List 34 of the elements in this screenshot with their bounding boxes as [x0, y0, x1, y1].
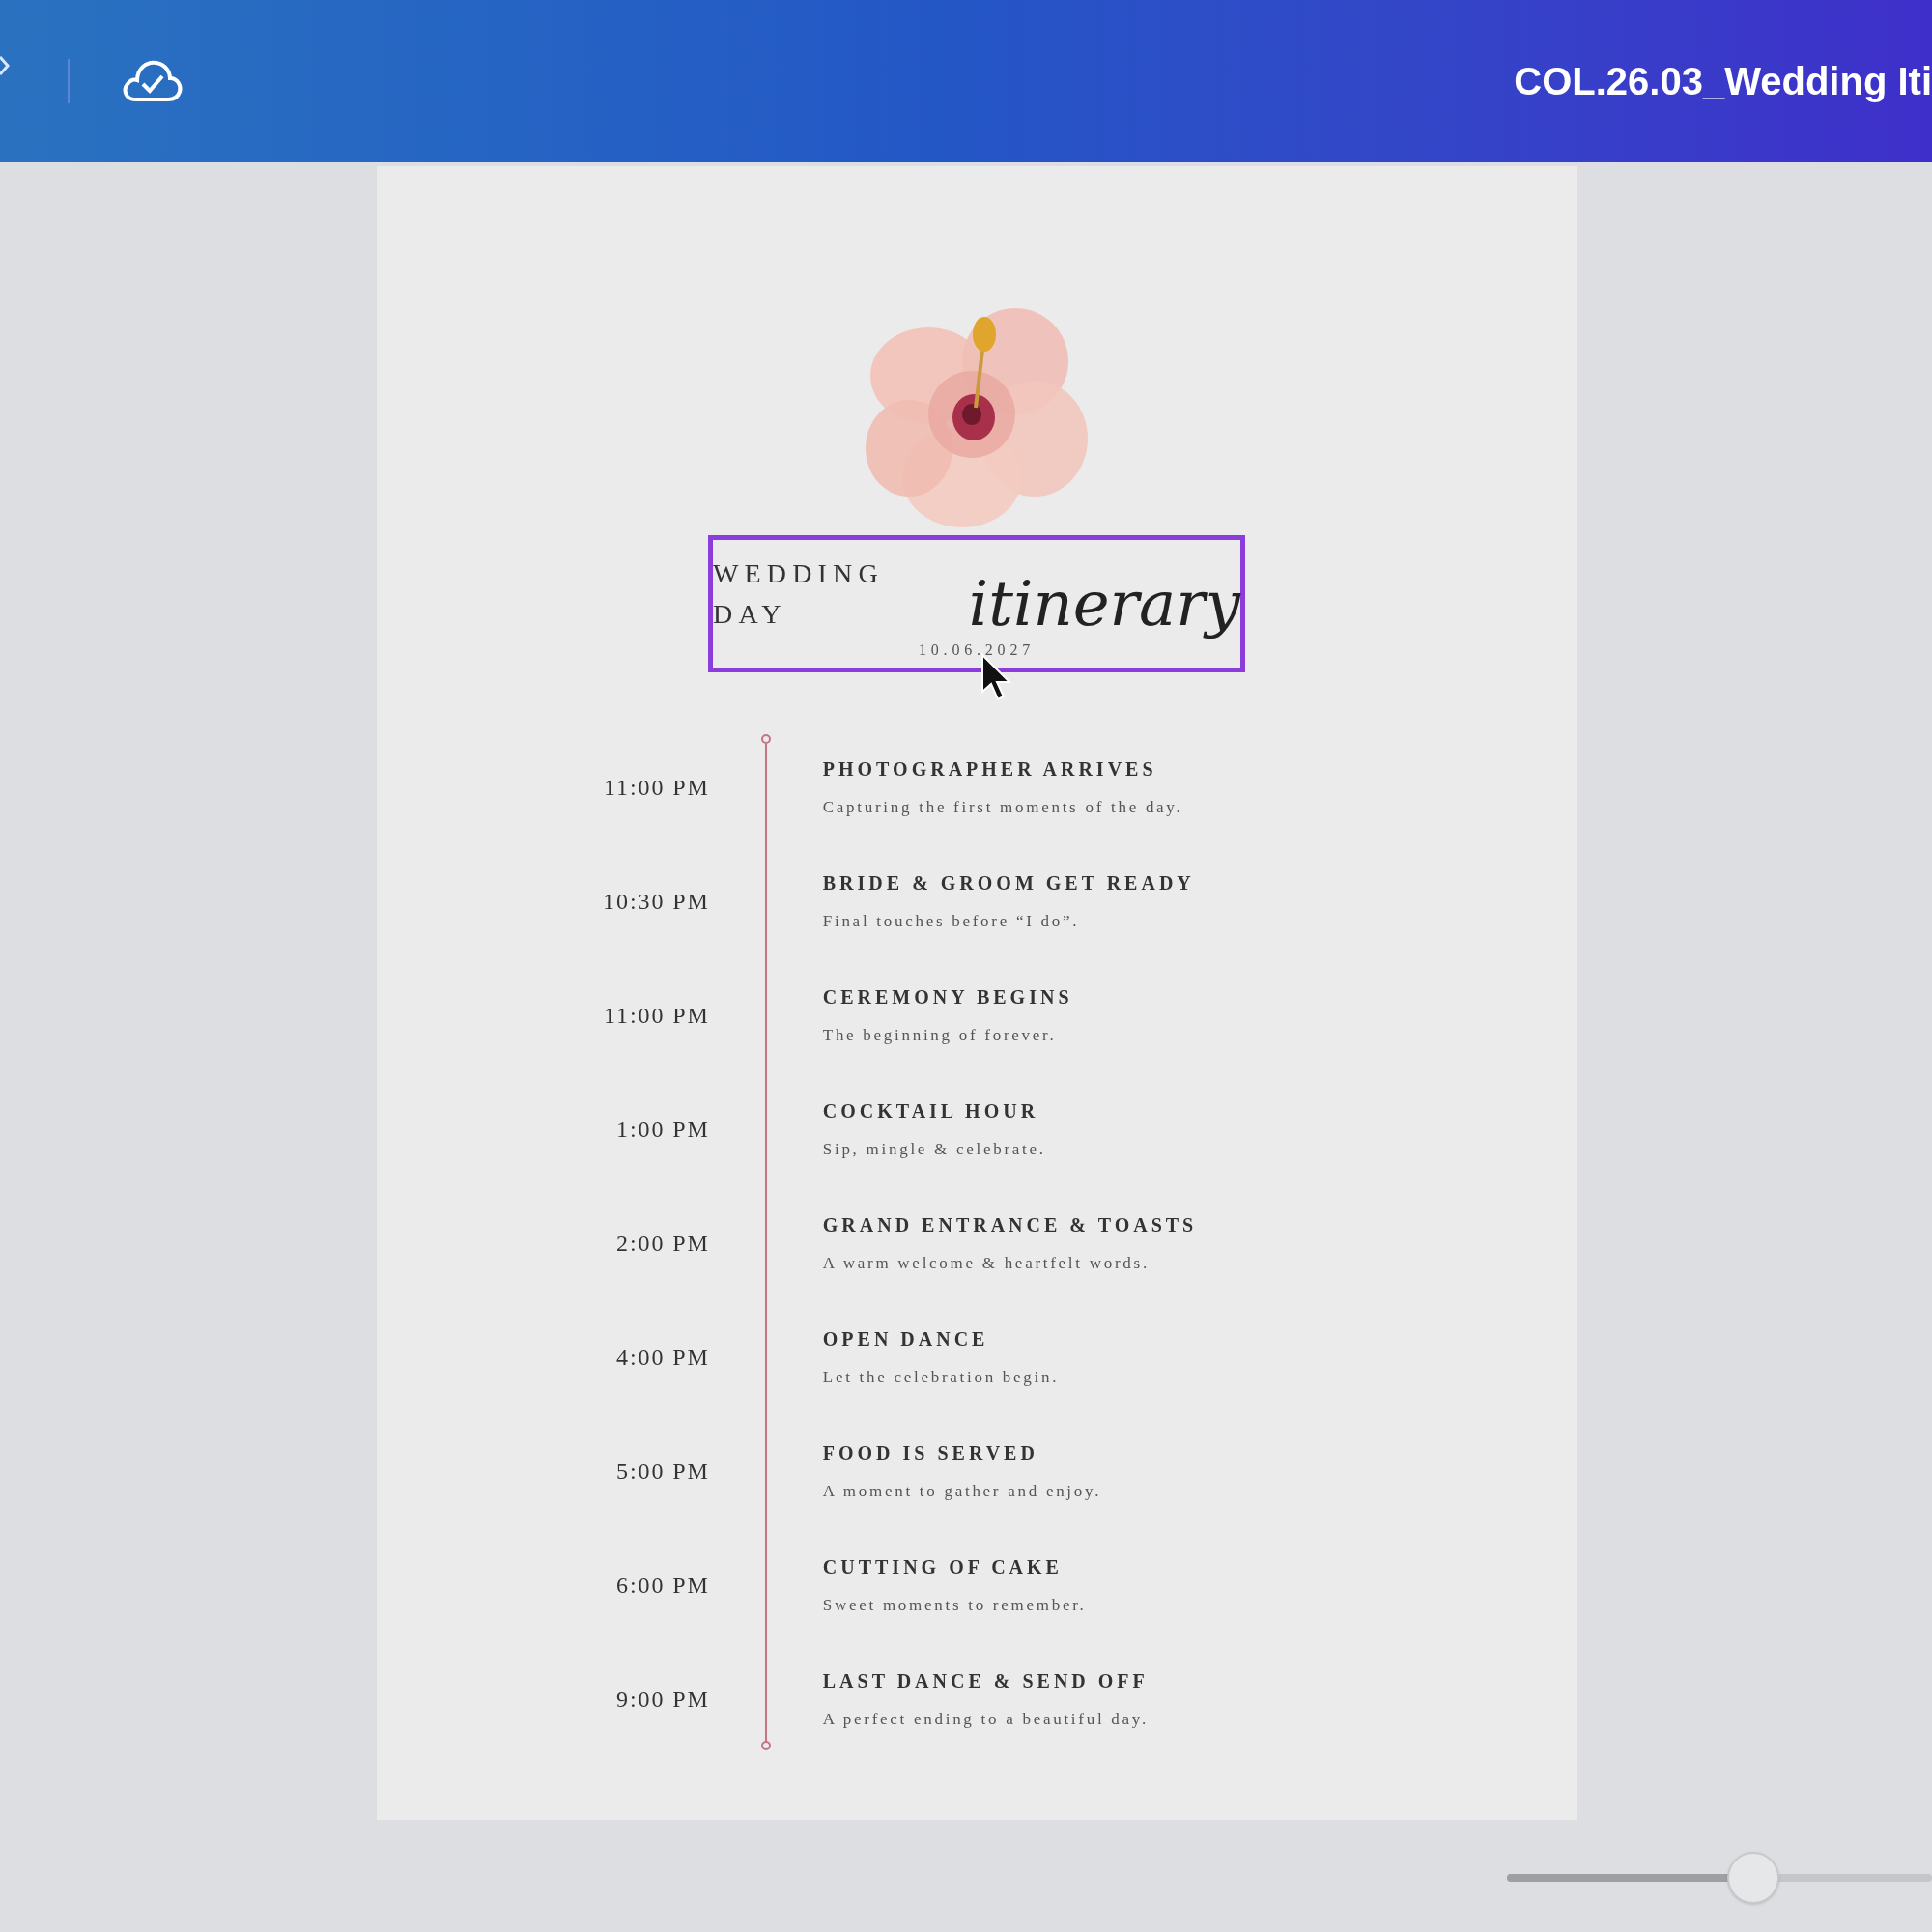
event-description: The beginning of forever. [822, 1025, 1058, 1047]
event-time: 4:00 PM [616, 1344, 710, 1372]
event-title: GRAND ENTRANCE & TOASTS [822, 1213, 1198, 1238]
event-title: FOOD IS SERVED [822, 1441, 1039, 1466]
event-title: PHOTOGRAPHER ARRIVES [822, 757, 1158, 782]
event-description: Let the celebration begin. [822, 1367, 1061, 1389]
zoom-slider[interactable] [1507, 1855, 1932, 1901]
event-time: 9:00 PM [616, 1686, 710, 1714]
event-time: 11:00 PM [603, 774, 710, 802]
document-title[interactable]: COL.26.03_Wedding Iti [1514, 52, 1932, 110]
event-title: CUTTING OF CAKE [822, 1555, 1064, 1580]
event-time: 6:00 PM [616, 1572, 710, 1600]
heading-text: WEDDING DAY [713, 557, 885, 631]
event-description: Sip, mingle & celebrate. [822, 1139, 1047, 1161]
event-description: A warm welcome & heartfelt words. [822, 1253, 1151, 1275]
title-block[interactable]: WEDDING DAY itinerary 10.06.2027 [708, 535, 1245, 672]
date-text: 10.06.2027 [919, 640, 1035, 660]
event-time: 1:00 PM [616, 1116, 710, 1144]
event-description: Capturing the first moments of the day. [822, 797, 1184, 819]
event-description: Sweet moments to remember. [822, 1595, 1088, 1617]
slider-thumb[interactable] [1727, 1852, 1780, 1904]
event-title: BRIDE & GROOM GET READY [822, 871, 1196, 896]
event-title: LAST DANCE & SEND OFF [822, 1669, 1150, 1694]
event-time: 2:00 PM [616, 1230, 710, 1258]
event-title: OPEN DANCE [822, 1327, 990, 1352]
event-time: 10:30 PM [603, 888, 710, 916]
event-description: A perfect ending to a beautiful day. [822, 1709, 1150, 1731]
event-description: Final touches before “I do”. [822, 911, 1081, 933]
cursor-icon [980, 653, 1013, 703]
event-description: A moment to gather and enjoy. [822, 1481, 1103, 1503]
event-time: 5:00 PM [616, 1458, 710, 1486]
event-title: COCKTAIL HOUR [822, 1099, 1040, 1124]
event-title: CEREMONY BEGINS [822, 985, 1074, 1010]
event-time: 11:00 PM [603, 1002, 710, 1030]
